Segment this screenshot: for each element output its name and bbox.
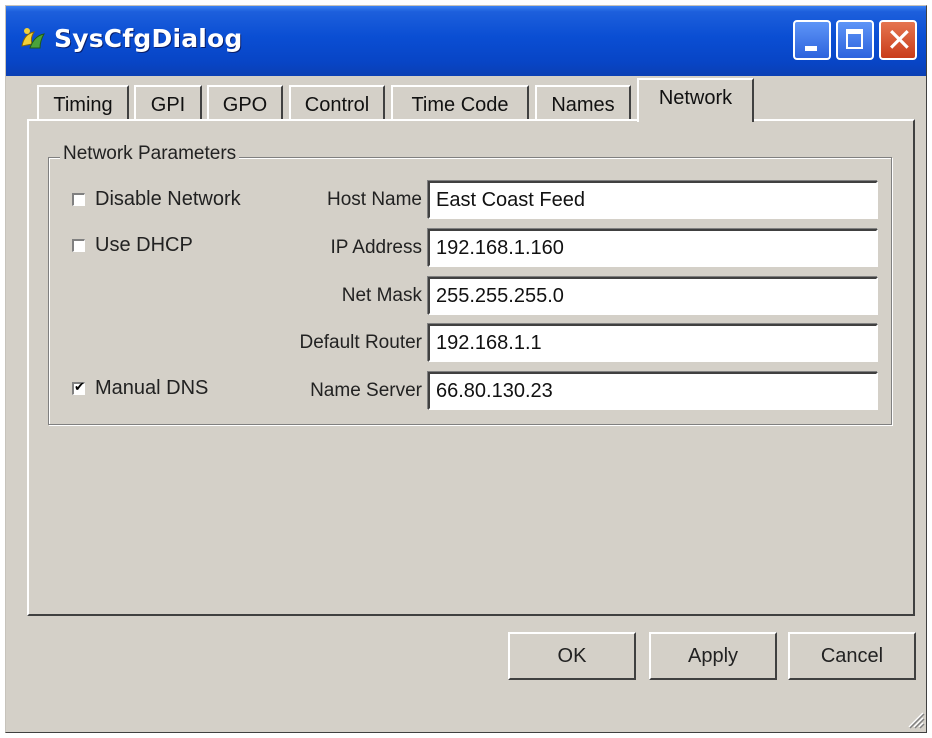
cancel-button[interactable]: Cancel [788,632,916,680]
manual-dns-checkbox[interactable]: ✔ Manual DNS [72,377,208,400]
close-button[interactable]: ✕ [879,20,917,60]
ip-address-label: IP Address [330,237,422,258]
title-bar[interactable]: SysCfgDialog ✕ [6,6,926,76]
maximize-button[interactable] [836,20,874,60]
disable-network-checkbox[interactable]: Disable Network [72,188,241,211]
ip-address-field[interactable]: 192.168.1.160 [428,229,878,267]
app-icon [21,28,45,49]
minimize-icon [805,46,817,51]
minimize-button[interactable] [793,20,831,60]
checkbox-box[interactable] [72,193,85,206]
resize-grip-icon[interactable] [903,707,925,729]
checkbox-box[interactable] [72,239,85,252]
use-dhcp-checkbox[interactable]: Use DHCP [72,234,193,257]
window-title: SysCfgDialog [54,24,243,53]
checkbox-label: Use DHCP [95,234,193,256]
checkbox-label: Disable Network [95,188,241,210]
name-server-label: Name Server [310,380,422,401]
name-server-field[interactable]: 66.80.130.23 [428,372,878,410]
checkbox-label: Manual DNS [95,377,209,399]
check-mark-icon: ✔ [74,379,85,394]
net-mask-label: Net Mask [341,285,422,306]
maximize-icon [846,29,863,49]
close-icon: ✕ [886,21,913,59]
tab-network[interactable]: Network [637,78,754,122]
default-router-field[interactable]: 192.168.1.1 [428,324,878,362]
host-name-field[interactable]: East Coast Feed [428,181,878,219]
default-router-label: Default Router [299,332,422,353]
ok-button[interactable]: OK [508,632,636,680]
group-label: Network Parameters [60,143,240,165]
host-name-label: Host Name [326,189,422,210]
apply-button[interactable]: Apply [649,632,777,680]
checkbox-box[interactable]: ✔ [72,379,85,395]
net-mask-field[interactable]: 255.255.255.0 [428,277,878,315]
